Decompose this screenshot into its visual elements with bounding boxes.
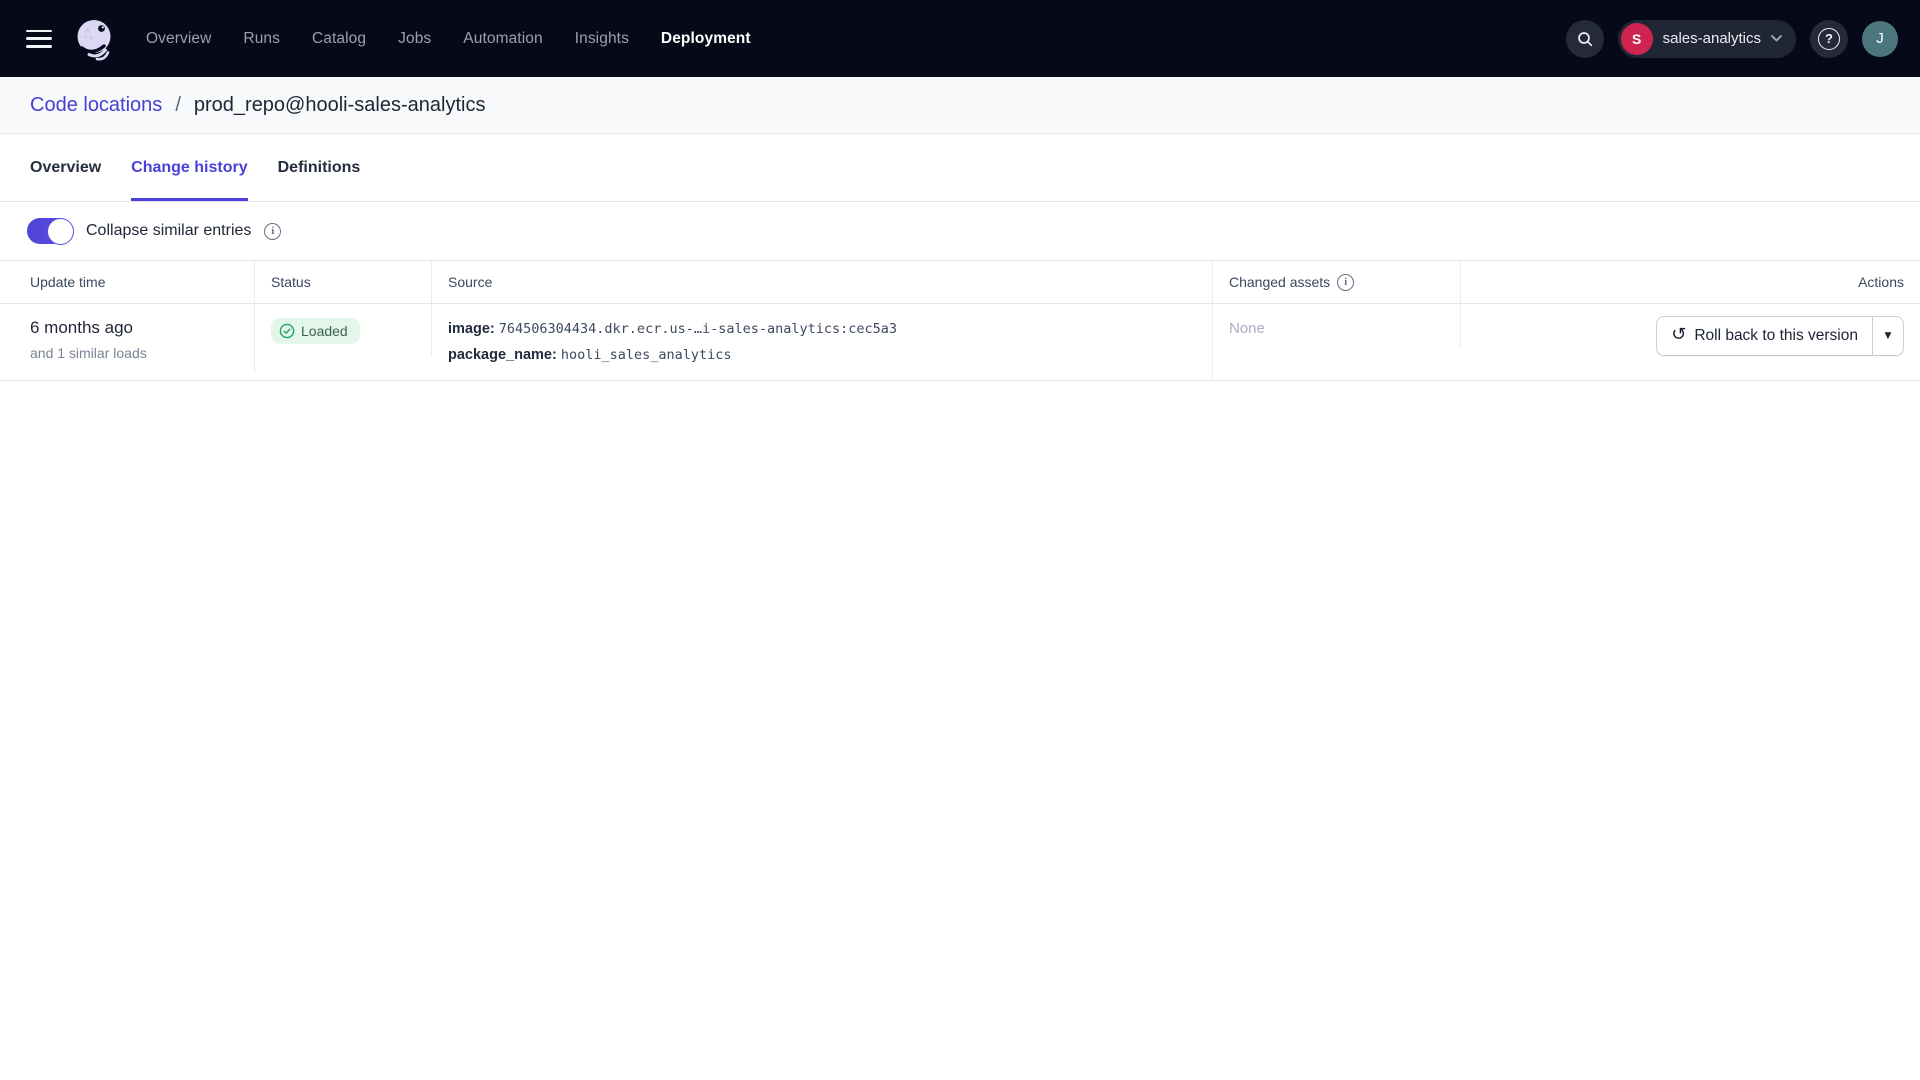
org-switcher[interactable]: S sales-analytics	[1618, 20, 1796, 58]
nav-item-automation[interactable]: Automation	[463, 30, 542, 48]
cell-status: Loaded	[255, 304, 432, 356]
rollback-history-icon: ↺	[1671, 326, 1686, 344]
top-navigation-bar: Overview Runs Catalog Jobs Automation In…	[0, 0, 1920, 77]
changed-assets-info-icon[interactable]: i	[1337, 274, 1354, 291]
header-source: Source	[432, 260, 1213, 304]
cell-update-time: 6 months ago and 1 similar loads	[0, 304, 255, 373]
table-header-row: Update time Status Source Changed assets…	[0, 260, 1920, 304]
breadcrumb: Code locations / prod_repo@hooli-sales-a…	[0, 77, 1920, 134]
source-image-label: image:	[448, 321, 499, 337]
rollback-button-label: Roll back to this version	[1694, 327, 1858, 345]
source-image-value: 764506304434.dkr.ecr.us-…i-sales-analyti…	[499, 321, 897, 337]
org-name: sales-analytics	[1663, 30, 1761, 47]
org-badge: S	[1621, 23, 1653, 55]
cell-changed-assets: None	[1213, 304, 1461, 349]
header-changed-assets: Changed assets i	[1213, 260, 1461, 304]
nav-item-deployment[interactable]: Deployment	[661, 30, 751, 48]
status-badge-label: Loaded	[301, 323, 348, 339]
breadcrumb-separator: /	[175, 94, 181, 117]
topnav-right-controls: S sales-analytics ? J	[1566, 20, 1898, 58]
update-time-value: 6 months ago	[30, 318, 254, 338]
status-badge: Loaded	[271, 318, 360, 344]
table-row: 6 months ago and 1 similar loads Loaded …	[0, 304, 1920, 381]
collapse-info-icon[interactable]: i	[264, 223, 281, 240]
rollback-dropdown-caret[interactable]: ▼	[1873, 317, 1903, 355]
changed-assets-value: None	[1229, 320, 1460, 337]
search-button[interactable]	[1566, 20, 1604, 58]
breadcrumb-code-locations-link[interactable]: Code locations	[30, 94, 162, 117]
nav-item-insights[interactable]: Insights	[575, 30, 629, 48]
source-package-value: hooli_sales_analytics	[561, 347, 732, 363]
nav-item-jobs[interactable]: Jobs	[398, 30, 431, 48]
header-actions: Actions	[1461, 260, 1920, 304]
hamburger-menu-icon[interactable]	[26, 30, 52, 48]
nav-item-catalog[interactable]: Catalog	[312, 30, 366, 48]
filter-row: Collapse similar entries i	[0, 202, 1920, 260]
source-package-label: package_name:	[448, 347, 561, 363]
cell-source: image: 764506304434.dkr.ecr.us-…i-sales-…	[432, 304, 1213, 380]
toggle-knob	[47, 218, 74, 245]
similar-loads-subtext: and 1 similar loads	[30, 345, 254, 361]
rollback-button[interactable]: ↺ Roll back to this version	[1657, 317, 1872, 355]
collapse-toggle-label: Collapse similar entries	[86, 222, 251, 240]
primary-nav: Overview Runs Catalog Jobs Automation In…	[146, 30, 751, 48]
rollback-split-button: ↺ Roll back to this version ▼	[1656, 316, 1904, 356]
user-avatar[interactable]: J	[1862, 21, 1898, 57]
dagster-logo-icon[interactable]	[72, 16, 118, 62]
tab-bar: Overview Change history Definitions	[0, 134, 1920, 202]
help-icon: ?	[1818, 28, 1840, 50]
header-update-time: Update time	[0, 260, 255, 304]
breadcrumb-current-location: prod_repo@hooli-sales-analytics	[194, 94, 486, 117]
header-changed-assets-label: Changed assets	[1229, 274, 1330, 290]
help-button[interactable]: ?	[1810, 20, 1848, 58]
nav-item-runs[interactable]: Runs	[243, 30, 280, 48]
collapse-similar-entries-toggle[interactable]	[27, 218, 73, 244]
cell-actions: ↺ Roll back to this version ▼	[1461, 304, 1920, 368]
check-circle-icon	[279, 323, 295, 339]
change-history-table: Update time Status Source Changed assets…	[0, 260, 1920, 381]
tab-change-history[interactable]: Change history	[131, 134, 247, 201]
nav-item-overview[interactable]: Overview	[146, 30, 211, 48]
search-icon	[1576, 30, 1594, 48]
tab-definitions[interactable]: Definitions	[278, 134, 361, 201]
chevron-down-icon	[1771, 35, 1782, 42]
header-status: Status	[255, 260, 432, 304]
tab-overview[interactable]: Overview	[30, 134, 101, 201]
